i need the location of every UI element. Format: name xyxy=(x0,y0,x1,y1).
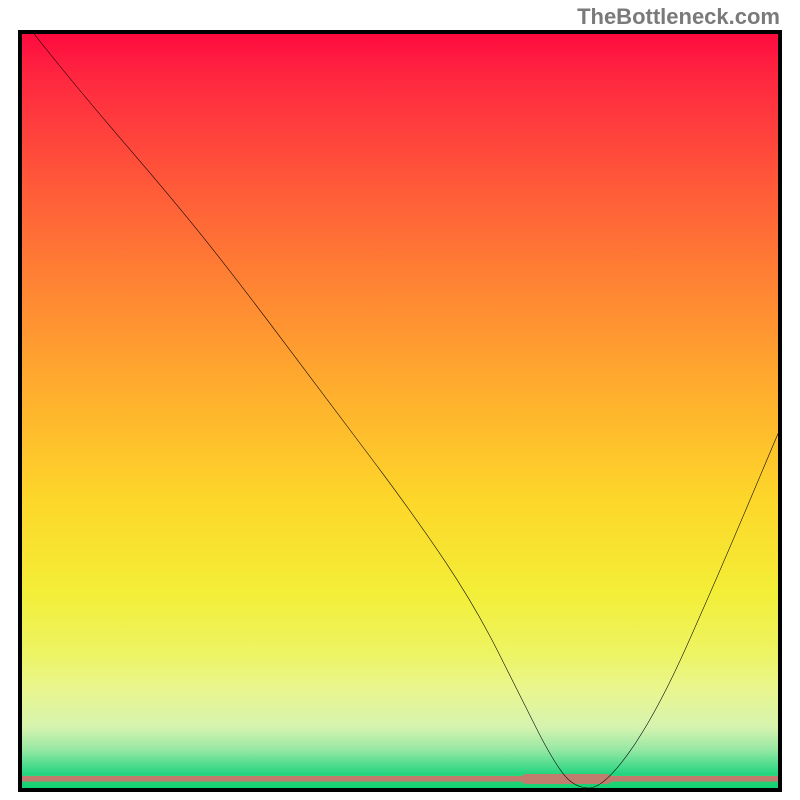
chart-curve-svg xyxy=(22,34,778,788)
watermark-text: TheBottleneck.com xyxy=(577,4,780,30)
chart-frame xyxy=(18,30,782,792)
bottleneck-curve-path xyxy=(22,34,778,788)
